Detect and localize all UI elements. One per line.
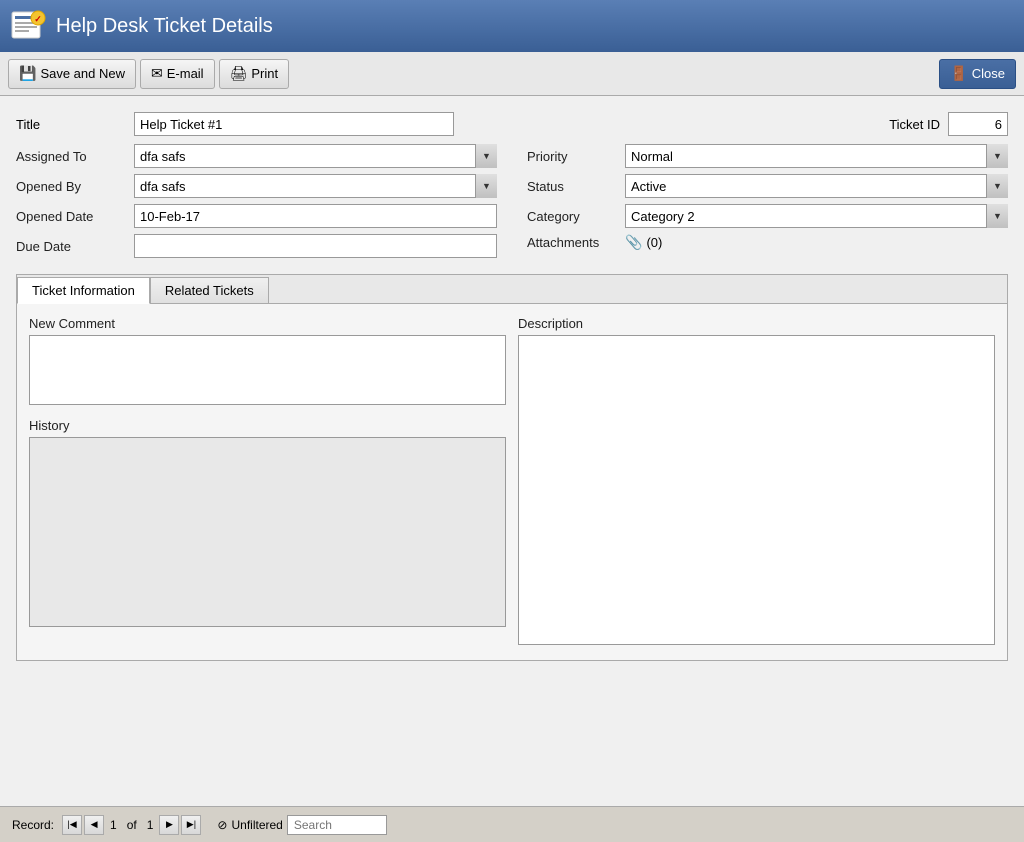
form-right: Priority Normal Low High Critical ▼ Stat… xyxy=(527,144,1008,258)
opened-date-row: Opened Date xyxy=(16,204,497,228)
tab-header: Ticket Information Related Tickets xyxy=(17,275,1007,304)
due-date-label: Due Date xyxy=(16,239,126,254)
opened-by-select[interactable]: dfa safs xyxy=(134,174,497,198)
tab-content: New Comment History Description xyxy=(17,304,1007,660)
priority-wrapper: Normal Low High Critical ▼ xyxy=(625,144,1008,168)
print-label: Print xyxy=(251,66,278,81)
opened-date-label: Opened Date xyxy=(16,209,126,224)
opened-date-input[interactable] xyxy=(134,204,497,228)
description-textarea[interactable] xyxy=(518,335,995,645)
record-current: 1 xyxy=(110,818,117,832)
email-icon: ✉ xyxy=(151,65,163,82)
status-select[interactable]: Active Closed Pending xyxy=(625,174,1008,198)
assigned-to-select[interactable]: dfa safs xyxy=(134,144,497,168)
nav-controls: |◀ ◀ 1 of 1 ▶ ▶| xyxy=(62,815,201,835)
attachments-row: Attachments 📎 (0) xyxy=(527,234,1008,251)
title-row: Title Ticket ID xyxy=(16,112,1008,136)
record-label: Record: xyxy=(12,818,54,832)
category-wrapper: Category 1 Category 2 Category 3 ▼ xyxy=(625,204,1008,228)
category-row: Category Category 1 Category 2 Category … xyxy=(527,204,1008,228)
main-content: Title Ticket ID Assigned To dfa safs ▼ O… xyxy=(0,96,1024,806)
email-button[interactable]: ✉ E-mail xyxy=(140,59,215,89)
due-date-row: Due Date xyxy=(16,234,497,258)
title-bar: ✓ Help Desk Ticket Details xyxy=(0,0,1024,52)
description-label: Description xyxy=(518,316,995,331)
ticket-id-input[interactable] xyxy=(948,112,1008,136)
tab-ticket-information[interactable]: Ticket Information xyxy=(17,277,150,304)
nav-last-button[interactable]: ▶| xyxy=(181,815,201,835)
search-input[interactable] xyxy=(287,815,387,835)
form-section: Assigned To dfa safs ▼ Opened By dfa saf… xyxy=(16,144,1008,258)
priority-label: Priority xyxy=(527,149,617,164)
assigned-to-label: Assigned To xyxy=(16,149,126,164)
close-label: Close xyxy=(972,66,1005,81)
history-box xyxy=(29,437,506,627)
new-comment-textarea[interactable] xyxy=(29,335,506,405)
record-of-label: of xyxy=(127,818,137,832)
assigned-to-row: Assigned To dfa safs ▼ xyxy=(16,144,497,168)
attachments-cell: 📎 (0) xyxy=(625,234,662,251)
tab-panel: Ticket Information Related Tickets New C… xyxy=(16,274,1008,661)
toolbar: 💾 Save and New ✉ E-mail 🖨 Print 🚪 Close xyxy=(0,52,1024,96)
filter-text: Unfiltered xyxy=(231,818,282,832)
status-wrapper: Active Closed Pending ▼ xyxy=(625,174,1008,198)
form-left: Assigned To dfa safs ▼ Opened By dfa saf… xyxy=(16,144,497,258)
app-icon: ✓ xyxy=(10,8,46,44)
save-new-label: Save and New xyxy=(40,66,125,81)
tab-related-tickets[interactable]: Related Tickets xyxy=(150,277,269,303)
category-label: Category xyxy=(527,209,617,224)
priority-row: Priority Normal Low High Critical ▼ xyxy=(527,144,1008,168)
opened-by-wrapper: dfa safs ▼ xyxy=(134,174,497,198)
close-button[interactable]: 🚪 Close xyxy=(939,59,1016,89)
email-label: E-mail xyxy=(167,66,204,81)
nav-next-button[interactable]: ▶ xyxy=(159,815,179,835)
print-icon: 🖨 xyxy=(230,65,248,82)
opened-by-row: Opened By dfa safs ▼ xyxy=(16,174,497,198)
paperclip-icon: 📎 xyxy=(625,234,642,251)
attachments-count: (0) xyxy=(646,235,662,250)
tab-left-col: New Comment History xyxy=(29,316,506,648)
tab-right-col: Description xyxy=(518,316,995,648)
close-icon: 🚪 xyxy=(950,65,967,82)
attachments-label: Attachments xyxy=(527,235,617,250)
tab-inner: New Comment History Description xyxy=(29,316,995,648)
priority-select[interactable]: Normal Low High Critical xyxy=(625,144,1008,168)
save-and-new-button[interactable]: 💾 Save and New xyxy=(8,59,136,89)
category-select[interactable]: Category 1 Category 2 Category 3 xyxy=(625,204,1008,228)
svg-text:✓: ✓ xyxy=(34,14,42,24)
filter-icon: ⊘ xyxy=(217,818,227,832)
record-total: 1 xyxy=(147,818,154,832)
save-new-icon: 💾 xyxy=(19,65,36,82)
title-label: Title xyxy=(16,117,126,132)
print-button[interactable]: 🖨 Print xyxy=(219,59,290,89)
status-label: Status xyxy=(527,179,617,194)
ticket-id-label: Ticket ID xyxy=(889,117,940,132)
nav-prev-button[interactable]: ◀ xyxy=(84,815,104,835)
due-date-input[interactable] xyxy=(134,234,497,258)
status-bar: Record: |◀ ◀ 1 of 1 ▶ ▶| ⊘ Unfiltered xyxy=(0,806,1024,842)
status-row: Status Active Closed Pending ▼ xyxy=(527,174,1008,198)
window-title: Help Desk Ticket Details xyxy=(56,15,273,38)
nav-first-button[interactable]: |◀ xyxy=(62,815,82,835)
history-label: History xyxy=(29,418,506,433)
title-input[interactable] xyxy=(134,112,454,136)
status-filter: ⊘ Unfiltered xyxy=(217,818,282,832)
assigned-to-wrapper: dfa safs ▼ xyxy=(134,144,497,168)
new-comment-label: New Comment xyxy=(29,316,506,331)
opened-by-label: Opened By xyxy=(16,179,126,194)
